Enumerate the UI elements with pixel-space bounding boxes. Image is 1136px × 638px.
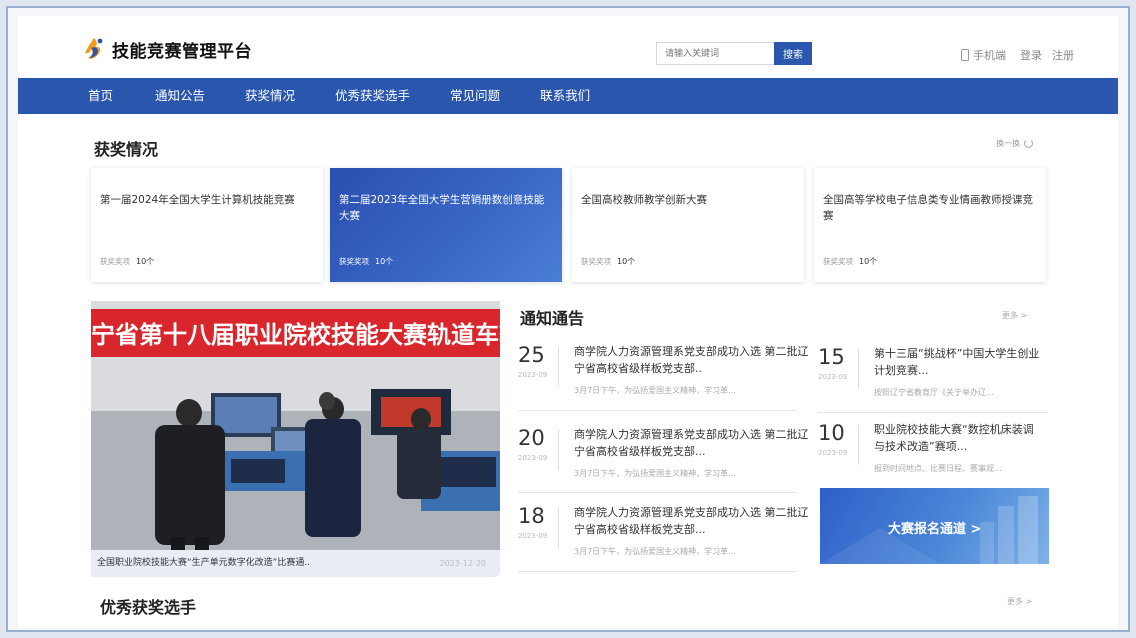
notice-month: 2023-09 — [518, 532, 548, 540]
news-photo[interactable]: 辽宁省第十八届职业院校技能大赛轨道车辆 全国职业院校技能大赛“生产单元数字 — [91, 301, 500, 577]
notice-day: 15 — [818, 345, 845, 369]
register-link[interactable]: 注册 — [1052, 47, 1074, 63]
award-count: 10个 — [617, 257, 636, 266]
swap-button[interactable]: 换一换 — [996, 138, 1033, 149]
award-card[interactable]: 全国高校教师教学创新大赛 获奖奖项 10个 — [572, 168, 804, 282]
award-card-meta: 获奖奖项 10个 — [823, 256, 877, 267]
award-card[interactable]: 第一届2024年全国大学生计算机技能竞赛 获奖奖项 10个 — [91, 168, 323, 282]
notice-separator — [518, 410, 796, 411]
notice-month: 2023-09 — [518, 371, 548, 379]
award-count: 10个 — [375, 257, 394, 266]
screenshot-frame: 技能竞赛管理平台 搜索 手机端 登录 注册 首页 通知公告 获奖情况 优秀获奖选… — [6, 6, 1130, 632]
notice-divider — [558, 508, 559, 548]
notice-item[interactable]: 25 2023-09 商学院人力资源管理系党支部成功入选 第二批辽宁省高校省级样… — [518, 343, 810, 403]
notice-day: 25 — [518, 343, 545, 367]
nav-item-faq[interactable]: 常见问题 — [450, 78, 500, 114]
nav-item-top-players[interactable]: 优秀获奖选手 — [335, 78, 410, 114]
logo-icon — [82, 36, 106, 62]
notice-summary: 3月7日下午，为弘扬爱国主义精神，学习革... — [574, 469, 736, 478]
notice-month: 2023-09 — [818, 373, 848, 381]
award-meta-label: 获奖奖项 — [581, 257, 611, 266]
notice-summary: 按照辽宁省教育厅《关于举办辽... — [874, 388, 994, 397]
notice-divider — [558, 347, 559, 387]
notice-item[interactable]: 10 2023-09 职业院校技能大赛“数控机床装调与技术改造”赛项... 报到… — [818, 421, 1048, 481]
notice-month: 2023-09 — [818, 449, 848, 457]
top-links: 手机端 登录 注册 — [961, 47, 1074, 63]
notice-title: 商学院人力资源管理系党支部成功入选 第二批辽宁省高校省级样板党支部... — [574, 428, 809, 458]
mobile-link[interactable]: 手机端 — [973, 47, 1006, 63]
notice-item[interactable]: 15 2023-09 第十三届“挑战杯”中国大学生创业 计划竞赛... 按照辽宁… — [818, 345, 1048, 405]
players-more-link[interactable]: 更多 > — [1007, 596, 1032, 607]
award-card-meta: 获奖奖项 10个 — [581, 256, 635, 267]
signup-banner[interactable]: 大赛报名通道 > — [820, 488, 1049, 564]
award-meta-label: 获奖奖项 — [823, 257, 853, 266]
award-meta-label: 获奖奖项 — [339, 257, 369, 266]
site-title: 技能竞赛管理平台 — [112, 41, 252, 62]
nav-item-awards[interactable]: 获奖情况 — [245, 78, 295, 114]
award-card-name: 第一届2024年全国大学生计算机技能竞赛 — [100, 194, 295, 206]
main-nav: 首页 通知公告 获奖情况 优秀获奖选手 常见问题 联系我们 — [18, 78, 1118, 114]
notice-separator — [518, 571, 796, 572]
notice-title: 第十三届“挑战杯”中国大学生创业 计划竞赛... — [874, 347, 1040, 377]
award-card-meta: 获奖奖项 10个 — [339, 256, 393, 267]
login-link[interactable]: 登录 — [1020, 47, 1042, 63]
award-card-active[interactable]: 第二届2023年全国大学生营销册数创意技能大赛 获奖奖项 10个 — [330, 168, 562, 282]
search-input[interactable] — [656, 42, 774, 65]
nav-item-home[interactable]: 首页 — [88, 78, 113, 114]
award-card-name: 全国高校教师教学创新大赛 — [581, 194, 707, 206]
notice-month: 2023-09 — [518, 454, 548, 462]
players-section-title: 优秀获奖选手 — [100, 598, 197, 617]
notice-day: 10 — [818, 421, 845, 445]
top-header: 技能竞赛管理平台 搜索 手机端 登录 注册 — [18, 16, 1118, 78]
notice-summary: 3月7日下午，为弘扬爱国主义精神，学习革... — [574, 386, 736, 395]
search-button[interactable]: 搜索 — [774, 42, 812, 65]
refresh-icon — [1024, 139, 1033, 148]
notice-divider — [858, 349, 859, 389]
photo-caption-text: 全国职业院校技能大赛“生产单元数字化改造”比赛通.. — [97, 558, 311, 568]
swap-label: 换一换 — [996, 139, 1020, 148]
mobile-phone-icon — [961, 49, 969, 61]
nav-item-contact[interactable]: 联系我们 — [540, 78, 590, 114]
notice-item[interactable]: 18 2023-09 商学院人力资源管理系党支部成功入选 第二批辽宁省高校省级样… — [518, 504, 810, 564]
notice-title: 职业院校技能大赛“数控机床装调与技术改造”赛项... — [874, 423, 1034, 453]
photo-caption: 全国职业院校技能大赛“生产单元数字化改造”比赛通.. 2023-12-20 — [91, 550, 500, 577]
notice-divider — [858, 425, 859, 465]
awards-section-title: 获奖情况 — [94, 140, 159, 159]
search-bar: 搜索 — [656, 42, 812, 65]
award-count: 10个 — [136, 257, 155, 266]
notice-title: 商学院人力资源管理系党支部成功入选 第二批辽宁省高校省级样板党支部... — [574, 506, 809, 536]
notice-separator — [518, 492, 796, 493]
notice-summary: 3月7日下午，为弘扬爱国主义精神，学习革... — [574, 547, 736, 556]
notice-day: 20 — [518, 426, 545, 450]
notice-item[interactable]: 20 2023-09 商学院人力资源管理系党支部成功入选 第二批辽宁省高校省级样… — [518, 426, 810, 486]
award-card-name: 全国高等学校电子信息类专业情画教师授课竞赛 — [823, 194, 1033, 222]
photo-banner-text: 辽宁省第十八届职业院校技能大赛轨道车辆 — [91, 321, 500, 349]
notices-more-link[interactable]: 更多 > — [1002, 310, 1027, 321]
notice-title: 商学院人力资源管理系党支部成功入选 第二批辽宁省高校省级样板党支部.. — [574, 345, 809, 375]
signup-label: 大赛报名通道 > — [888, 522, 982, 537]
news-photo-image: 辽宁省第十八届职业院校技能大赛轨道车辆 — [91, 301, 500, 577]
award-card-name: 第二届2023年全国大学生营销册数创意技能大赛 — [339, 194, 545, 222]
notices-section-title: 通知通告 — [520, 309, 585, 328]
award-card-meta: 获奖奖项 10个 — [100, 256, 154, 267]
notice-day: 18 — [518, 504, 545, 528]
award-count: 10个 — [859, 257, 878, 266]
page: 技能竞赛管理平台 搜索 手机端 登录 注册 首页 通知公告 获奖情况 优秀获奖选… — [18, 16, 1118, 628]
notice-summary: 报到时间地点、比赛日程、赛事观... — [874, 464, 1002, 473]
logo[interactable]: 技能竞赛管理平台 — [82, 36, 252, 62]
award-card[interactable]: 全国高等学校电子信息类专业情画教师授课竞赛 获奖奖项 10个 — [814, 168, 1046, 282]
notice-divider — [558, 430, 559, 470]
photo-date: 2023-12-20 — [439, 559, 487, 568]
notice-separator — [818, 412, 1048, 413]
nav-item-notices[interactable]: 通知公告 — [155, 78, 205, 114]
award-meta-label: 获奖奖项 — [100, 257, 130, 266]
